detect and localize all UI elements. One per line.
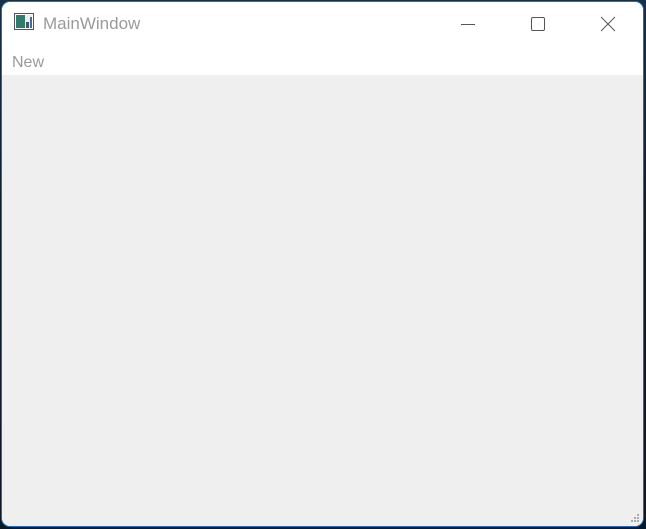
close-button[interactable]: [573, 2, 643, 46]
window-title: MainWindow: [43, 14, 141, 33]
minimize-button[interactable]: [433, 2, 503, 46]
title-bar[interactable]: MainWindow: [2, 2, 643, 46]
menu-item-new[interactable]: New: [12, 53, 44, 73]
central-widget: [2, 75, 643, 526]
menu-bar: New: [2, 46, 643, 75]
maximize-button[interactable]: [503, 2, 573, 46]
maximize-icon: [531, 17, 545, 31]
close-icon: [600, 16, 616, 32]
size-grip-icon[interactable]: [630, 513, 640, 523]
main-window: MainWindow New: [2, 2, 643, 526]
app-window-icon: [14, 13, 34, 30]
minimize-icon: [461, 24, 475, 25]
